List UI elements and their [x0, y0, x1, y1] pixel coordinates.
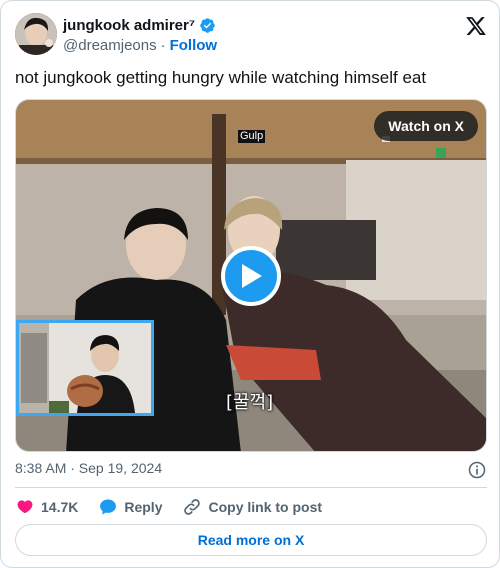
separator-dot: · [160, 36, 166, 54]
post-text: not jungkook getting hungry while watchi… [15, 68, 427, 87]
read-more-button[interactable]: Read more on X [15, 524, 487, 556]
embedded-post-card: jungkook admirer⁷ @dreamjeons · Follow n… [0, 0, 500, 568]
avatar[interactable] [15, 13, 57, 55]
post-meta: 8:38 AM · Sep 19, 2024 [15, 460, 487, 480]
reply-button[interactable]: Reply [98, 497, 162, 517]
play-button[interactable] [221, 246, 281, 306]
author-handle[interactable]: @dreamjeons [63, 37, 157, 54]
watch-on-x-button[interactable]: Watch on X [374, 111, 478, 141]
heart-icon [17, 500, 33, 514]
play-icon [242, 264, 262, 288]
author-display-name[interactable]: jungkook admirer⁷ [63, 17, 195, 34]
follow-button[interactable]: Follow [170, 37, 218, 54]
reply-bubble-icon [100, 499, 117, 515]
timestamp[interactable]: 8:38 AM · Sep 19, 2024 [15, 460, 162, 476]
video-subtitle: [꿀꺽] [226, 392, 274, 413]
video-caption-top: Gulp [238, 130, 266, 143]
x-logo-icon[interactable] [465, 15, 487, 37]
like-count: 14.7K [41, 499, 79, 515]
picture-in-picture-inset [16, 320, 154, 416]
copy-link-label: Copy link to post [208, 499, 323, 515]
like-button[interactable]: 14.7K [15, 497, 78, 517]
author-info: jungkook admirer⁷ @dreamjeons · Follow [63, 15, 217, 55]
video-media[interactable]: Watch on X Gulp [꿀꺽] [15, 99, 487, 452]
post-header: jungkook admirer⁷ @dreamjeons · Follow [15, 13, 487, 57]
verified-badge-icon [199, 17, 216, 34]
reply-label: Reply [124, 499, 163, 515]
post-actions: 14.7K Reply Copy link to post [15, 496, 342, 518]
copy-link-button[interactable]: Copy link to post [182, 497, 322, 517]
link-icon [184, 499, 201, 515]
divider [15, 487, 487, 488]
info-icon[interactable] [467, 460, 487, 480]
